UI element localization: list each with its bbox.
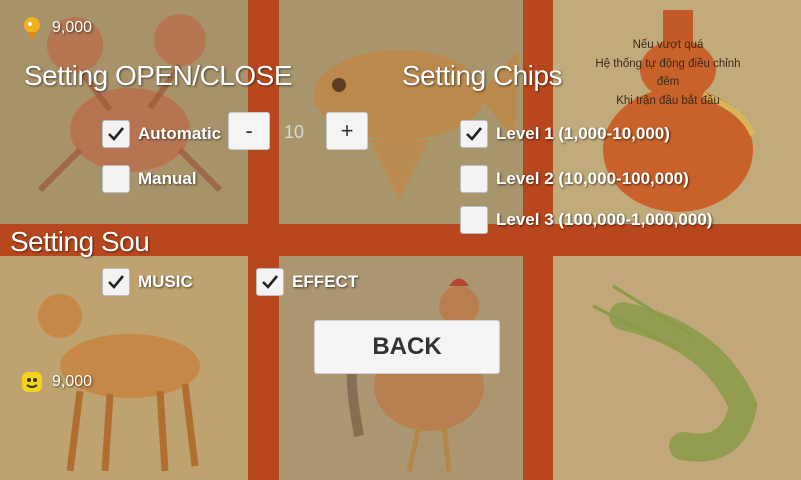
chip-level-label: Level 2 (10,000-100,000)	[496, 169, 689, 188]
shrimp-tile	[553, 256, 801, 480]
countdown-value: 10	[284, 122, 305, 142]
sound-title: Setting Sou	[10, 226, 150, 257]
checkbox-box[interactable]	[102, 268, 130, 296]
music-checkbox[interactable]: MUSIC	[102, 268, 193, 296]
checkbox-box[interactable]	[460, 120, 488, 148]
coin-amount: 9,000	[52, 19, 93, 36]
checkmark-icon	[262, 275, 279, 289]
chips-title: Setting Chips	[402, 60, 563, 91]
music-label: MUSIC	[138, 272, 193, 291]
info-note-line: Nếu vượt quá	[632, 39, 704, 51]
info-note: Nếu vượt quá Hệ thống tự động điều chỉnh…	[583, 36, 753, 110]
increase-button[interactable]: +	[326, 112, 368, 150]
checkbox-box[interactable]	[102, 120, 130, 148]
manual-checkbox[interactable]: Manual	[102, 165, 197, 193]
automatic-label: Automatic	[138, 124, 222, 143]
checkmark-icon	[108, 275, 125, 289]
smiley-avatar-icon	[22, 372, 42, 392]
info-note-line: đêm	[656, 76, 680, 88]
checkmark-icon	[108, 127, 125, 141]
decrease-button[interactable]: -	[228, 112, 270, 150]
chip-level-label: Level 1 (1,000-10,000)	[496, 124, 670, 143]
checkbox-box[interactable]	[256, 268, 284, 296]
checkbox-box[interactable]	[460, 165, 488, 193]
coin-amount: 9,000	[52, 373, 93, 390]
player-coins-bottom: 9,000	[20, 370, 92, 394]
effect-label: EFFECT	[292, 272, 359, 291]
manual-label: Manual	[138, 169, 197, 188]
checkbox-box[interactable]	[460, 206, 488, 234]
player-coins-top: 9,000	[20, 16, 92, 40]
effect-checkbox[interactable]: EFFECT	[256, 268, 358, 296]
checkmark-icon	[466, 127, 483, 141]
chip-level-3-checkbox[interactable]: Level 3 (100,000-1,000,000)	[460, 206, 712, 234]
shrimp-picture	[553, 256, 801, 480]
automatic-checkbox[interactable]: Automatic	[102, 120, 221, 148]
chip-level-2-checkbox[interactable]: Level 2 (10,000-100,000)	[460, 165, 689, 193]
chip-level-label: Level 3 (100,000-1,000,000)	[496, 210, 713, 229]
info-note-line: Hệ thống tự động điều chỉnh	[595, 57, 741, 70]
open-close-title: Setting OPEN/CLOSE	[24, 60, 293, 91]
back-button[interactable]: BACK	[314, 320, 500, 374]
chip-level-1-checkbox[interactable]: Level 1 (1,000-10,000)	[460, 120, 670, 148]
info-note-line: Khi trận đầu bắt đầu	[616, 94, 720, 107]
trophy-avatar-icon	[24, 17, 40, 38]
checkbox-box[interactable]	[102, 165, 130, 193]
